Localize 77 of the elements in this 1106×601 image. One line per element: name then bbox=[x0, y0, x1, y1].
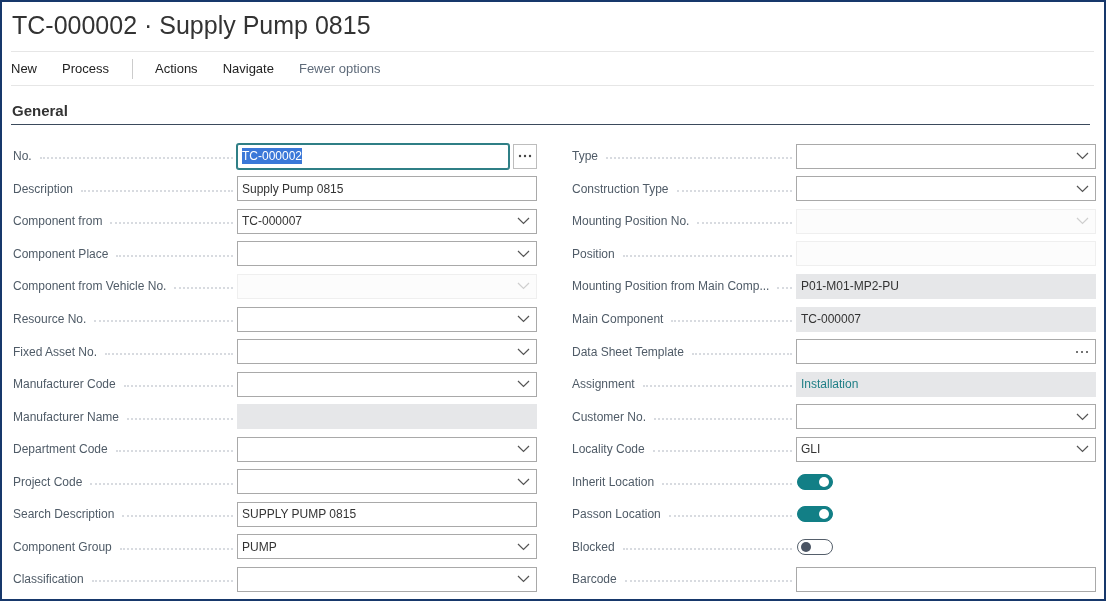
field-label: Project Code bbox=[13, 474, 83, 489]
toggle-switch[interactable] bbox=[797, 473, 833, 490]
dropdown-field[interactable]: TC-000007 bbox=[237, 208, 537, 234]
assist-button[interactable] bbox=[513, 143, 537, 169]
input-field[interactable]: SUPPLY PUMP 0815 bbox=[237, 501, 537, 527]
field-label: Barcode bbox=[572, 572, 617, 587]
toolbar-action[interactable]: Process bbox=[62, 61, 109, 76]
chevron-down-icon bbox=[1076, 217, 1089, 226]
dropdown-field[interactable] bbox=[237, 469, 537, 495]
chevron-down-icon bbox=[517, 445, 530, 454]
field-label: Manufacturer Name bbox=[13, 409, 120, 424]
chevron-down-icon bbox=[517, 380, 530, 389]
field-label: Component from Vehicle No. bbox=[13, 279, 167, 294]
chevron-down-icon bbox=[517, 347, 530, 356]
chevron-down-icon bbox=[517, 315, 530, 323]
field-label: Component Place bbox=[13, 246, 109, 261]
field-label: Fixed Asset No. bbox=[13, 344, 98, 359]
ellipsis-icon bbox=[518, 154, 533, 159]
field-label: No. bbox=[13, 149, 32, 164]
section-heading[interactable]: General bbox=[11, 102, 1090, 125]
dropdown-field[interactable]: GLI bbox=[796, 436, 1096, 462]
field-label: Resource No. bbox=[13, 312, 87, 326]
dropdown-field[interactable] bbox=[796, 143, 1096, 169]
field-label: Blocked bbox=[572, 539, 615, 554]
field-label: Locality Code bbox=[572, 442, 645, 457]
field-label: Description bbox=[13, 181, 74, 196]
dropdown-field[interactable] bbox=[796, 176, 1096, 202]
chevron-down-icon bbox=[517, 575, 530, 584]
dropdown-field[interactable] bbox=[237, 339, 537, 365]
chevron-down-icon bbox=[517, 217, 530, 226]
field-label: Search Description bbox=[13, 507, 115, 522]
field-label: Assignment bbox=[572, 377, 635, 392]
field-label: Manufacturer Code bbox=[13, 377, 116, 392]
field-label: Construction Type bbox=[572, 181, 669, 196]
field-label: Data Sheet Template bbox=[572, 344, 684, 359]
readonly-field: TC-000007 bbox=[796, 306, 1096, 332]
readonly-field: Installation bbox=[796, 371, 1096, 397]
dropdown-field[interactable] bbox=[237, 436, 537, 462]
field-label: Department Code bbox=[13, 442, 108, 457]
field-label: Inherit Location bbox=[572, 474, 655, 489]
dropdown-field[interactable] bbox=[237, 306, 537, 332]
dropdown-field[interactable]: PUMP bbox=[237, 534, 537, 560]
chevron-down-icon bbox=[1076, 184, 1089, 193]
chevron-down-icon bbox=[517, 282, 530, 291]
field-label: Component Group bbox=[13, 539, 112, 554]
chevron-down-icon bbox=[517, 249, 530, 258]
readonly-field: P01-M01-MP2-PU bbox=[796, 273, 1096, 299]
chevron-down-icon bbox=[1076, 152, 1089, 161]
dropdown-field[interactable] bbox=[237, 241, 537, 267]
input-field[interactable] bbox=[796, 566, 1096, 592]
input-field[interactable]: Supply Pump 0815 bbox=[237, 176, 537, 202]
field-label: Position bbox=[572, 246, 615, 261]
dropdown-field[interactable] bbox=[237, 566, 537, 592]
toolbar-action[interactable]: Actions bbox=[155, 61, 198, 76]
chevron-down-icon bbox=[1076, 412, 1089, 421]
field-label: Type bbox=[572, 149, 598, 164]
page-title: TC-000002 · Supply Pump 0815 bbox=[11, 2, 1094, 52]
dropdown-field[interactable] bbox=[796, 404, 1096, 430]
field-label: Mounting Position No. bbox=[572, 214, 690, 229]
toolbar-action[interactable]: New bbox=[11, 61, 37, 76]
chevron-down-icon bbox=[1076, 445, 1089, 454]
toolbar-action[interactable]: Navigate bbox=[222, 61, 274, 76]
toggle-switch[interactable] bbox=[797, 506, 833, 523]
field-label: Main Component bbox=[572, 312, 664, 326]
lookup-field[interactable] bbox=[796, 339, 1096, 365]
field-label: Passon Location bbox=[572, 507, 661, 522]
field-label: Component from bbox=[13, 214, 103, 229]
dropdown-field[interactable] bbox=[237, 371, 537, 397]
field-label: Mounting Position from Main Comp... bbox=[572, 279, 770, 294]
field-label: Customer No. bbox=[572, 409, 647, 424]
chevron-down-icon bbox=[517, 542, 530, 551]
ellipsis-icon bbox=[1075, 349, 1089, 354]
input-field[interactable]: TC-000002 bbox=[237, 143, 510, 169]
field-label: Classification bbox=[13, 572, 84, 587]
toolbar-action[interactable]: Fewer options bbox=[298, 61, 381, 76]
chevron-down-icon bbox=[517, 477, 530, 486]
toggle-switch[interactable] bbox=[797, 538, 833, 555]
